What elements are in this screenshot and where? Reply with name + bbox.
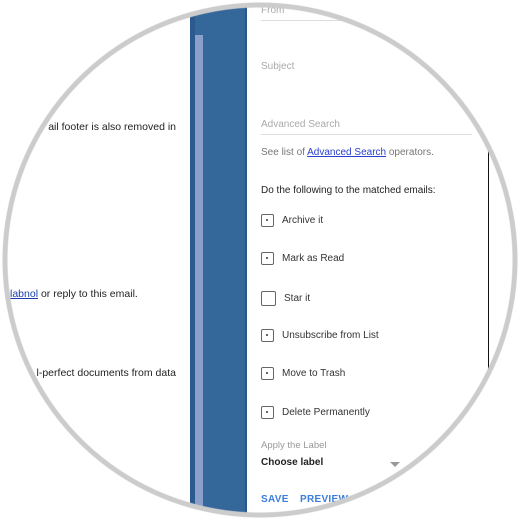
advanced-search-hint: See list of Advanced Search operators. (261, 147, 434, 158)
email-text-line: labnol or reply to this email. (10, 288, 138, 300)
option-unsubscribe[interactable]: Unsubscribe from List (261, 329, 379, 342)
checkbox[interactable] (261, 367, 274, 380)
option-delete[interactable]: Delete Permanently (261, 406, 370, 419)
label-select[interactable]: Choose label (261, 457, 401, 468)
option-mark-read[interactable]: Mark as Read (261, 252, 344, 265)
email-text-line: l-perfect documents from data (36, 367, 176, 379)
email-text-line: ail footer is also removed in (48, 121, 176, 133)
actions-heading: Do the following to the matched emails: (261, 185, 436, 196)
apply-label-caption: Apply the Label (261, 440, 327, 451)
sidebar-strip (190, 0, 247, 520)
checkbox[interactable] (261, 291, 276, 306)
option-trash[interactable]: Move to Trash (261, 367, 345, 380)
from-input[interactable]: From (261, 5, 472, 21)
checkbox[interactable] (261, 252, 274, 265)
scrollbar[interactable] (195, 35, 203, 520)
option-star[interactable]: Star it (261, 291, 310, 306)
email-body: ail footer is also removed in labnol or … (0, 0, 190, 520)
checkbox[interactable] (261, 406, 274, 419)
subject-input[interactable]: Subject (261, 61, 472, 72)
save-button[interactable]: SAVE (261, 494, 289, 505)
checkbox[interactable] (261, 329, 274, 342)
preview-button[interactable]: PREVIEW (300, 494, 348, 505)
checkbox[interactable] (261, 214, 274, 227)
option-archive[interactable]: Archive it (261, 214, 323, 227)
advanced-search-link[interactable]: Advanced Search (307, 147, 386, 158)
chevron-down-icon[interactable] (390, 462, 400, 467)
filter-panel: From Subject Advanced Search See list of… (247, 0, 520, 520)
labnol-link[interactable]: labnol (10, 288, 38, 300)
divider (488, 150, 489, 370)
advanced-search-input[interactable]: Advanced Search (261, 119, 472, 135)
